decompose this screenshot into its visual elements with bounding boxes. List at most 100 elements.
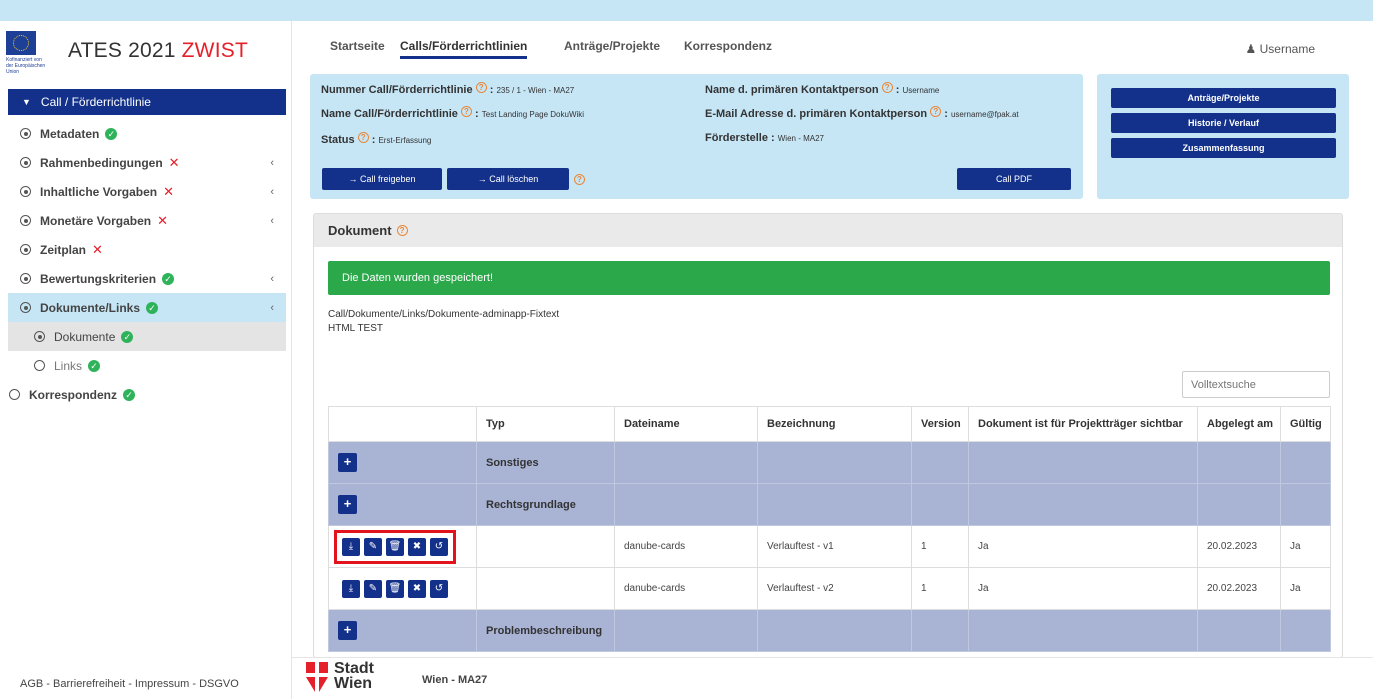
call-freigeben-button[interactable]: → Call freigeben xyxy=(322,168,442,190)
add-icon[interactable]: + xyxy=(338,495,357,514)
column-header-version[interactable]: Version xyxy=(911,406,969,442)
legal-links[interactable]: AGB - Barrierefreiheit - Impressum - DSG… xyxy=(20,678,239,690)
chevron-left-icon[interactable]: ‹ xyxy=(270,215,274,227)
tab-calls[interactable]: Calls/Förderrichtlinien xyxy=(400,39,528,59)
chevron-left-icon[interactable]: ‹ xyxy=(270,186,274,198)
help-icon[interactable]: ? xyxy=(396,225,408,236)
sidebar-item-metadaten[interactable]: Metadaten ✓ xyxy=(8,119,286,148)
trash-icon[interactable]: 🗑 xyxy=(386,579,404,598)
brand: Kofinanziert von der Europäischen Union … xyxy=(0,21,291,81)
help-icon[interactable]: ? xyxy=(461,106,472,117)
cancel-icon[interactable]: ✖ xyxy=(408,537,426,556)
column-header-dateiname[interactable]: Dateiname xyxy=(614,406,758,442)
cell-dateiname: danube-cards xyxy=(614,525,758,568)
radio-dot-icon xyxy=(20,128,31,139)
fulltext-search-input[interactable] xyxy=(1182,371,1330,398)
antraege-projekte-button[interactable]: Anträge/Projekte xyxy=(1111,88,1336,108)
sidebar-item-monetaere-vorgaben[interactable]: Monetäre Vorgaben ✕ ‹ xyxy=(8,206,286,235)
history-icon[interactable]: ↺ xyxy=(430,537,448,556)
empty-cell xyxy=(1280,483,1331,526)
cell-gueltig: Ja xyxy=(1280,567,1331,610)
history-icon[interactable]: ↺ xyxy=(430,579,448,598)
radio-empty-icon xyxy=(9,389,20,400)
sidebar-item-label: Korrespondenz xyxy=(29,387,118,402)
app-title-accent: ZWIST xyxy=(181,39,248,62)
cell-bezeichnung: Verlauftest - v1 xyxy=(757,525,912,568)
column-header-sichtbar[interactable]: Dokument ist für Projektträger sichtbar xyxy=(968,406,1198,442)
cross-icon: ✕ xyxy=(163,183,175,199)
call-pdf-button[interactable]: Call PDF xyxy=(957,168,1071,190)
column-header-abgelegt[interactable]: Abgelegt am xyxy=(1197,406,1281,442)
radio-dot-icon xyxy=(20,302,31,313)
sidebar-item-inhaltliche-vorgaben[interactable]: Inhaltliche Vorgaben ✕ ‹ xyxy=(8,177,286,206)
empty-cell xyxy=(1280,609,1331,652)
cancel-icon[interactable]: ✖ xyxy=(408,579,426,598)
cross-icon: ✕ xyxy=(157,212,169,228)
chevron-left-icon[interactable]: ‹ xyxy=(270,273,274,285)
user-menu[interactable]: ♟ Username xyxy=(1246,42,1315,56)
column-header-typ[interactable]: Typ xyxy=(476,406,615,442)
add-icon[interactable]: + xyxy=(338,453,357,472)
tab-antraege[interactable]: Anträge/Projekte xyxy=(564,39,660,53)
sidebar-item-rahmenbedingungen[interactable]: Rahmenbedingungen ✕ ‹ xyxy=(8,148,286,177)
check-icon: ✓ xyxy=(162,272,175,285)
info-status: Status ? : Erst-Erfassung xyxy=(321,132,432,146)
historie-verlauf-button[interactable]: Historie / Verlauf xyxy=(1111,113,1336,133)
check-icon: ✓ xyxy=(88,359,101,372)
empty-cell xyxy=(614,483,758,526)
sidebar-item-korrespondenz[interactable]: Korrespondenz ✓ xyxy=(0,380,278,409)
help-icon[interactable]: ? xyxy=(475,82,487,93)
trash-icon[interactable]: 🗑 xyxy=(386,537,404,556)
info-status-label: Status xyxy=(321,134,355,146)
sidebar-item-label: Rahmenbedingungen xyxy=(40,155,163,170)
call-loeschen-button[interactable]: → Call löschen xyxy=(447,168,569,190)
sidebar-item-bewertungskriterien[interactable]: Bewertungskriterien ✓ ‹ xyxy=(8,264,286,293)
info-email-value: username@fpak.at xyxy=(950,110,1019,119)
help-icon[interactable]: ? xyxy=(881,82,893,93)
radio-dot-icon xyxy=(20,273,31,284)
zusammenfassung-button[interactable]: Zusammenfassung xyxy=(1111,138,1336,158)
info-nummer-label: Nummer Call/Förderrichtlinie xyxy=(321,84,473,96)
info-foerderstelle: Förderstelle : Wien - MA27 xyxy=(705,132,824,144)
row-action-group: ⤓ ✎ 🗑 ✖ ↺ xyxy=(334,529,456,564)
group-row: + Sonstiges xyxy=(328,441,1331,484)
cross-icon: ✕ xyxy=(168,154,180,170)
quick-actions-panel: Anträge/Projekte Historie / Verlauf Zusa… xyxy=(1097,74,1349,199)
download-icon[interactable]: ⤓ xyxy=(342,537,360,556)
column-header-bezeichnung[interactable]: Bezeichnung xyxy=(757,406,912,442)
sidebar-item-dokumente-links[interactable]: Dokumente/Links ✓ ‹ xyxy=(8,293,286,322)
success-alert: Die Daten wurden gespeichert! xyxy=(328,261,1330,295)
empty-cell xyxy=(757,483,912,526)
row-actions-cell: ⤓ ✎ 🗑 ✖ ↺ xyxy=(328,567,477,610)
help-icon[interactable]: ? xyxy=(357,132,369,143)
info-kontakt: Name d. primären Kontaktperson ? : Usern… xyxy=(705,82,940,96)
user-icon: ♟ xyxy=(1245,42,1257,56)
dokument-card-header: Dokument ? xyxy=(314,214,1342,247)
info-kontakt-label: Name d. primären Kontaktperson xyxy=(705,84,879,96)
app-title[interactable]: ATES 2021 ZWIST xyxy=(68,39,248,63)
column-header-gueltig[interactable]: Gültig xyxy=(1280,406,1331,442)
chevron-left-icon[interactable]: ‹ xyxy=(270,302,274,314)
row-actions-cell: ⤓ ✎ 🗑 ✖ ↺ xyxy=(328,525,477,568)
sidebar-subitem-links[interactable]: Links ✓ xyxy=(8,351,286,380)
help-icon[interactable]: ? xyxy=(574,174,585,185)
dokument-card: Dokument ? Die Daten wurden gespeichert!… xyxy=(313,213,1343,658)
sidebar-item-zeitplan[interactable]: Zeitplan ✕ xyxy=(8,235,286,264)
edit-icon[interactable]: ✎ xyxy=(364,537,382,556)
sidebar-subitem-dokumente[interactable]: Dokumente ✓ xyxy=(8,322,286,351)
sidebar-item-label: Monetäre Vorgaben xyxy=(40,213,152,228)
tab-korrespondenz[interactable]: Korrespondenz xyxy=(684,39,772,53)
sidebar-section-call[interactable]: ▼ Call / Förderrichtlinie xyxy=(8,89,286,115)
tab-startseite[interactable]: Startseite xyxy=(330,39,385,53)
chevron-left-icon[interactable]: ‹ xyxy=(270,157,274,169)
add-icon[interactable]: + xyxy=(338,621,357,640)
info-name-value: Test Landing Page DokuWiki xyxy=(481,110,585,119)
help-icon[interactable]: ? xyxy=(930,106,942,117)
edit-icon[interactable]: ✎ xyxy=(364,579,382,598)
logo-text-wien: Wien xyxy=(334,675,373,692)
empty-cell xyxy=(1197,441,1281,484)
sidebar: Kofinanziert von der Europäischen Union … xyxy=(0,21,292,699)
radio-dot-icon xyxy=(20,215,31,226)
download-icon[interactable]: ⤓ xyxy=(342,579,360,598)
documents-table: Typ Dateiname Bezeichnung Version Dokume… xyxy=(328,406,1331,652)
